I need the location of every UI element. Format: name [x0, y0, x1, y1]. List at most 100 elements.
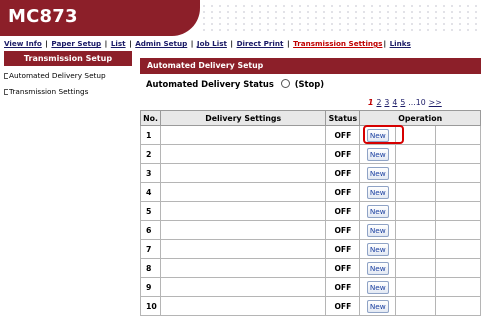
operation-cell-empty — [435, 258, 481, 278]
new-button[interactable]: New — [366, 166, 389, 180]
page-4-link[interactable]: 4 — [392, 98, 397, 107]
brand-title: MC873 — [8, 6, 78, 27]
page-1-link[interactable]: 1 — [368, 98, 373, 107]
new-button[interactable]: New — [366, 242, 389, 256]
bracket-icon — [4, 73, 8, 79]
status-cell: OFF — [325, 201, 361, 221]
new-button[interactable]: New — [366, 204, 389, 218]
operation-cell-empty — [435, 296, 481, 316]
operation-cell-empty — [435, 239, 481, 259]
status-cell: OFF — [325, 182, 361, 202]
row-number: 4 — [140, 182, 161, 202]
status-cell: OFF — [325, 277, 361, 297]
pagination: 1 2 3 4 5 ...10 >> — [368, 98, 445, 107]
table-row: 7 OFF New — [140, 239, 481, 259]
table-row: 8 OFF New — [140, 258, 481, 278]
status-cell: OFF — [325, 239, 361, 259]
table-row: 10 OFF New — [140, 296, 481, 316]
table-row: 5 OFF New — [140, 201, 481, 221]
row-number: 5 — [140, 201, 161, 221]
operation-cell-empty — [435, 220, 481, 240]
operation-cell-empty — [435, 201, 481, 221]
nav-transmission-settings[interactable]: Transmission Settings — [293, 39, 382, 48]
next-page-link[interactable]: >> — [429, 98, 442, 107]
delivery-settings-cell — [159, 220, 327, 240]
operation-cell-empty — [435, 277, 481, 297]
operation-cell-empty — [395, 220, 437, 240]
row-number: 7 — [140, 239, 161, 259]
table-row: 2 OFF New — [140, 144, 481, 164]
new-button[interactable]: New — [366, 185, 389, 199]
sidebar-item-automated-delivery-setup[interactable]: Automated Delivery Setup — [4, 71, 106, 80]
table-body: 1 OFF New 2 OFF New 3 OFF New 4 OFF New 5 OFF New 6 OFF N… — [140, 125, 481, 316]
new-button[interactable]: New — [366, 280, 389, 294]
table-row: 1 OFF New — [140, 125, 481, 145]
delivery-settings-cell — [159, 144, 327, 164]
operation-cell-empty — [395, 258, 437, 278]
operation-cell: New — [359, 277, 397, 297]
operation-cell: New — [359, 182, 397, 202]
operation-cell: New — [359, 258, 397, 278]
delivery-status: Automated Delivery Status (Stop) — [146, 79, 324, 89]
operation-cell-empty — [435, 182, 481, 202]
banner-dot-pattern — [200, 3, 481, 33]
sidebar-item-label: Automated Delivery Setup — [9, 71, 106, 80]
page-2-link[interactable]: 2 — [376, 98, 381, 107]
nav-links[interactable]: Links — [390, 39, 411, 48]
delivery-settings-cell — [159, 296, 327, 316]
operation-cell-empty — [395, 144, 437, 164]
operation-cell: New — [359, 144, 397, 164]
bracket-icon — [4, 89, 8, 95]
delivery-settings-cell — [159, 201, 327, 221]
delivery-settings-cell — [159, 277, 327, 297]
operation-cell-empty — [395, 296, 437, 316]
nav-job-list[interactable]: Job List — [197, 39, 227, 48]
delivery-table: No. Delivery Settings Status Operation 1… — [140, 110, 481, 316]
page-10-link[interactable]: ...10 — [408, 98, 425, 107]
page-5-link[interactable]: 5 — [400, 98, 405, 107]
column-header-settings: Delivery Settings — [159, 110, 327, 126]
new-button[interactable]: New — [366, 261, 389, 275]
new-button[interactable]: New — [366, 223, 389, 237]
delivery-settings-cell — [159, 258, 327, 278]
operation-cell: New — [359, 201, 397, 221]
nav-view-info[interactable]: View Info — [4, 39, 42, 48]
new-button[interactable]: New — [366, 147, 389, 161]
nav-paper-setup[interactable]: Paper Setup — [51, 39, 101, 48]
header-banner: MC873 — [0, 0, 481, 36]
nav-admin-setup[interactable]: Admin Setup — [135, 39, 187, 48]
table-row: 4 OFF New — [140, 182, 481, 202]
row-number: 10 — [140, 296, 161, 316]
column-header-status: Status — [325, 110, 361, 126]
column-header-operation: Operation — [359, 110, 481, 126]
status-cell: OFF — [325, 125, 361, 145]
row-number: 9 — [140, 277, 161, 297]
column-header-no: No. — [140, 110, 161, 126]
row-number: 3 — [140, 163, 161, 183]
row-number: 2 — [140, 144, 161, 164]
nav-direct-print[interactable]: Direct Print — [237, 39, 284, 48]
row-number: 8 — [140, 258, 161, 278]
status-cell: OFF — [325, 296, 361, 316]
row-number: 1 — [140, 125, 161, 145]
status-cell: OFF — [325, 258, 361, 278]
table-row: 9 OFF New — [140, 277, 481, 297]
operation-cell-empty — [395, 182, 437, 202]
new-button[interactable]: New — [366, 299, 389, 313]
sidebar-title: Transmission Setup — [4, 51, 132, 66]
status-cell: OFF — [325, 163, 361, 183]
new-button-highlight — [363, 125, 404, 144]
sidebar-item-transmission-settings[interactable]: Transmission Settings — [4, 87, 88, 96]
operation-cell-empty — [435, 125, 481, 145]
page-3-link[interactable]: 3 — [384, 98, 389, 107]
delivery-settings-cell — [159, 125, 327, 145]
row-number: 6 — [140, 220, 161, 240]
stop-radio[interactable] — [280, 79, 290, 88]
sidebar-item-label: Transmission Settings — [9, 87, 89, 96]
operation-cell-empty — [395, 201, 437, 221]
delivery-settings-cell — [159, 182, 327, 202]
table-row: 3 OFF New — [140, 163, 481, 183]
top-nav: View Info | Paper Setup | List | Admin S… — [4, 39, 411, 48]
delivery-settings-cell — [159, 163, 327, 183]
nav-list[interactable]: List — [111, 39, 126, 48]
